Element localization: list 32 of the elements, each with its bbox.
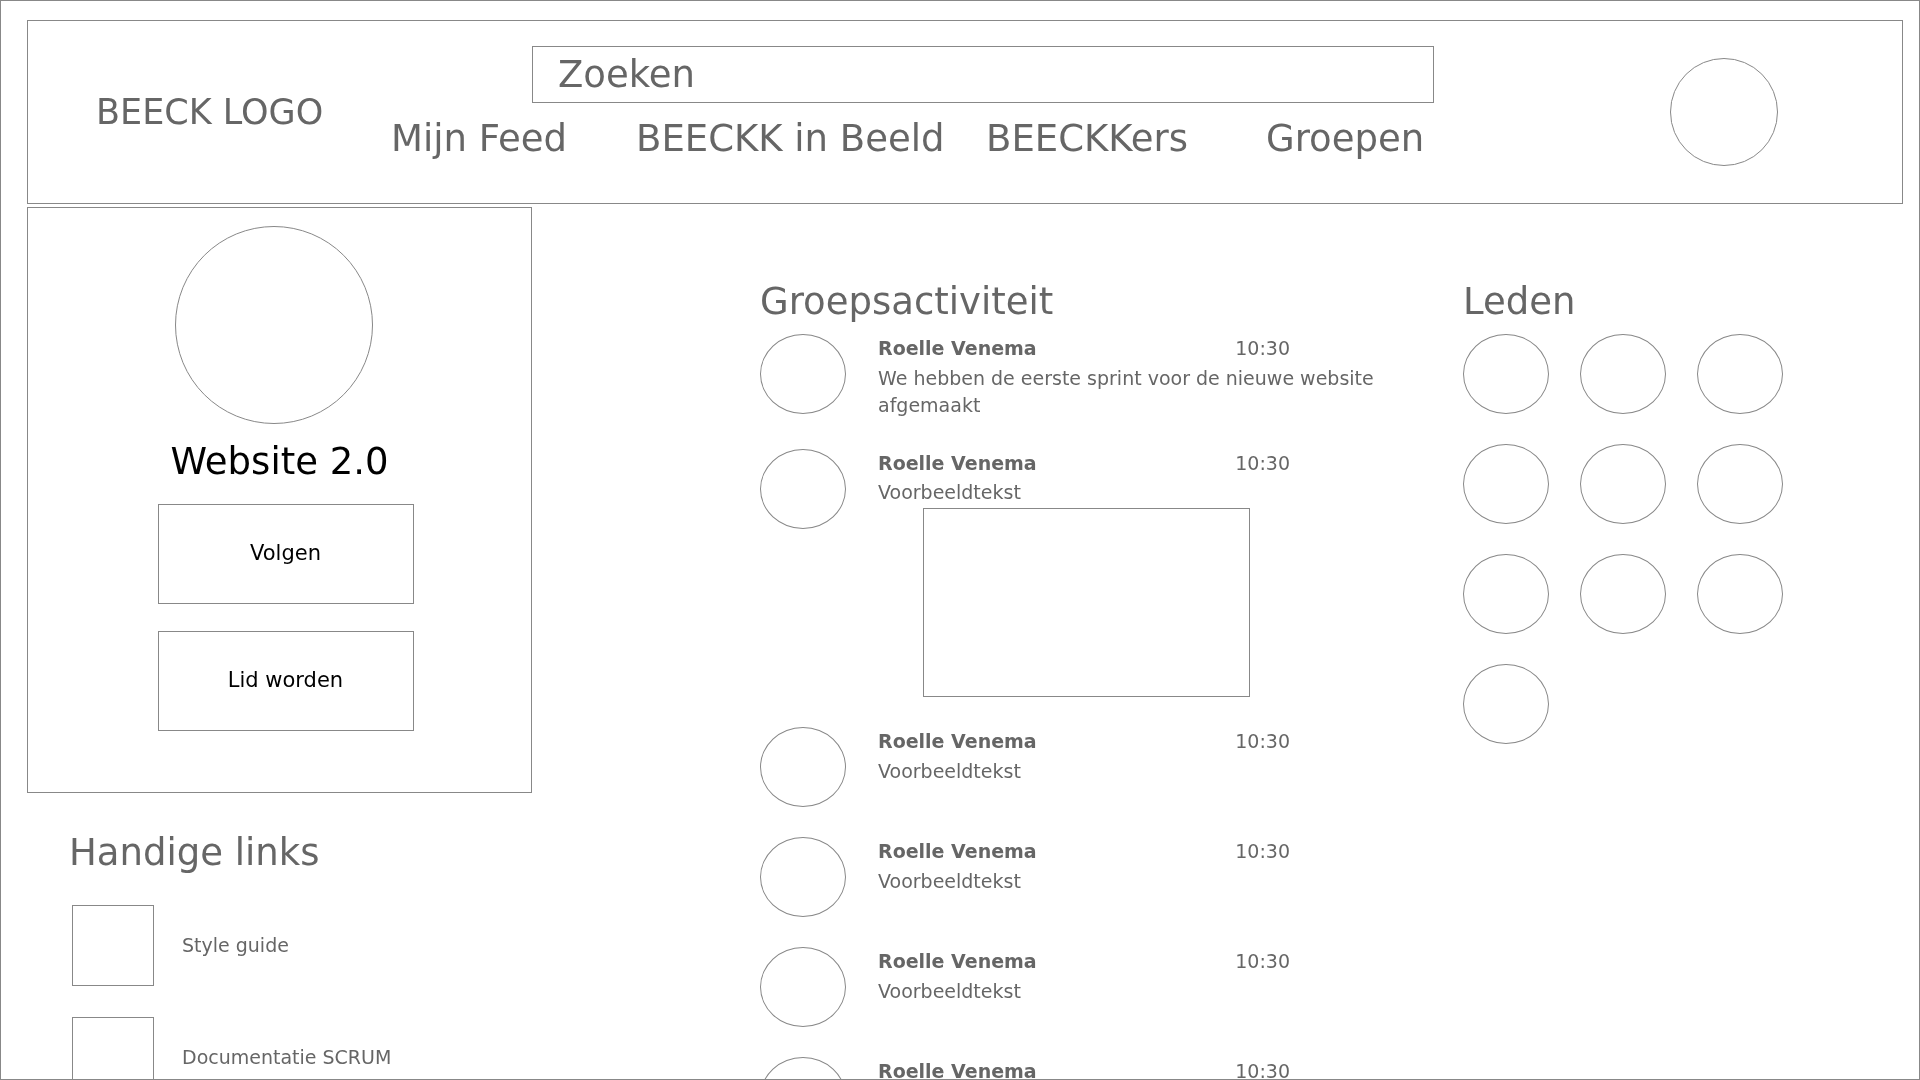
nav-link[interactable]: Mijn Feed: [391, 111, 636, 167]
link-thumbnail-icon: [72, 904, 154, 986]
post-time: 10:30: [1235, 336, 1290, 361]
post-text: We hebben de eerste sprint voor de nieuwe website afgemaakt: [878, 365, 1375, 418]
author-name: Roelle Venema: [878, 949, 1037, 974]
author-name: Roelle Venema: [878, 336, 1037, 361]
author-name: Roelle Venema: [878, 1059, 1037, 1079]
post-time: 10:30: [1235, 1059, 1290, 1079]
post-text: Voorbeeldtekst: [878, 868, 1022, 894]
group-title: Website 2.0: [170, 439, 389, 485]
post-time: 10:30: [1235, 949, 1290, 974]
logo-text: BEECK LOGO: [96, 90, 324, 134]
author-name: Roelle Venema: [878, 450, 1037, 476]
link[interactable]: Style guide: [182, 930, 289, 960]
post-time: 10:30: [1235, 839, 1290, 864]
post-text: Voorbeeldtekst: [878, 758, 1022, 784]
nav-link[interactable]: BEECKK in Beeld: [636, 111, 986, 167]
author-name: Roelle Venema: [878, 839, 1037, 864]
link[interactable]: Documentatie SCRUM: [182, 1042, 392, 1072]
post-time: 10:30: [1235, 729, 1290, 754]
search-field[interactable]: Zoeken: [532, 46, 1434, 103]
post-time: 10:30: [1235, 450, 1290, 476]
post-text: Voorbeeldtekst: [878, 480, 1022, 505]
section-title: Leden: [1463, 279, 1577, 325]
group-button[interactable]: Lid worden: [157, 630, 414, 731]
section-title: Groepsactiviteit: [760, 279, 1055, 325]
group-button[interactable]: Volgen: [157, 503, 414, 604]
nav-link[interactable]: Groepen: [1266, 111, 1526, 167]
post-text: Voorbeeldtekst: [878, 978, 1022, 1004]
nav-link[interactable]: BEECKKers: [986, 111, 1266, 167]
author-name: Roelle Venema: [878, 729, 1037, 754]
section-title: Handige links: [69, 830, 321, 876]
